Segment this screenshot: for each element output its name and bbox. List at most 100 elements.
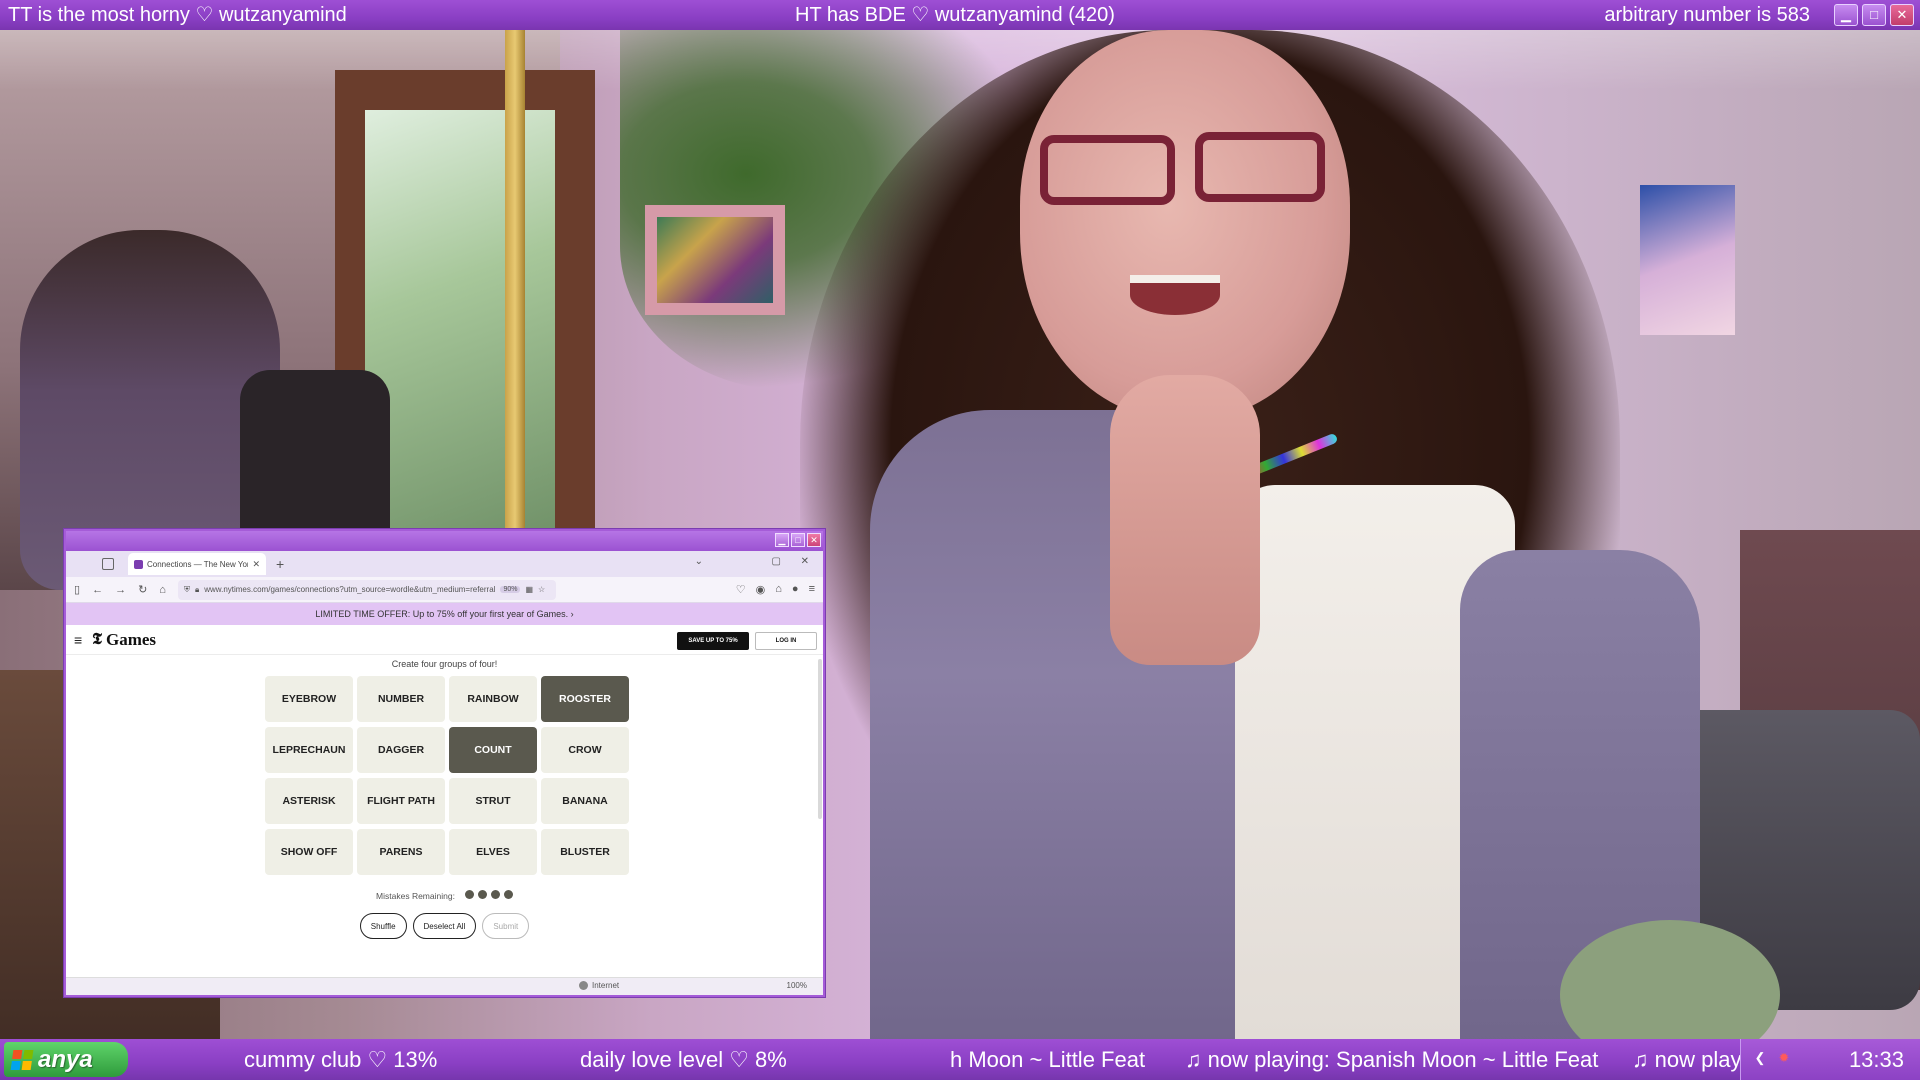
word-tile[interactable]: FLIGHT PATH — [357, 778, 445, 824]
mistakes-label: Mistakes Remaining: — [376, 890, 455, 901]
sidebar-icon[interactable]: ▯ — [74, 583, 80, 596]
stream-top-bar: TT is the most horny ♡ wutzanyamind HT h… — [0, 0, 1920, 30]
word-tile[interactable]: EYEBROW — [265, 676, 353, 722]
wall-art — [1640, 185, 1735, 335]
streamer-hand — [1110, 375, 1260, 665]
menu-icon[interactable]: ≡ — [809, 583, 815, 596]
ticker-now-playing: ♫ now playing: Spanish Moon ~ Little Fea… — [1185, 1047, 1599, 1072]
word-tile[interactable]: SHOW OFF — [265, 829, 353, 875]
deselect-all-button[interactable]: Deselect All — [412, 913, 477, 939]
streamer-mouth — [1130, 275, 1220, 315]
hamburger-menu-icon[interactable]: ≡ — [74, 632, 82, 648]
toolbar-extensions: ♡ ◉ ⌂ ● ≡ — [736, 583, 815, 596]
minimize-icon[interactable]: ▁ — [1834, 4, 1858, 26]
streamer-face — [1020, 30, 1350, 420]
word-tile[interactable]: COUNT — [449, 727, 537, 773]
subscribe-button[interactable]: SAVE UP TO 75% — [677, 632, 749, 650]
home-icon[interactable]: ⌂ — [159, 584, 166, 596]
browser-window-controls: ▁ □ ✕ — [775, 533, 821, 547]
minimize-icon[interactable]: ▁ — [775, 533, 789, 547]
start-button[interactable]: anya — [4, 1042, 128, 1077]
system-tray: ❮ ✹ 13:33 — [1740, 1039, 1920, 1080]
tab-strip: Connections — The New York Times ✕ + ⌄ ▢… — [66, 551, 823, 577]
top-center-text: HT has BDE ♡ wutzanyamind (420) — [795, 4, 1115, 26]
ticker-love-level: daily love level ♡ 8% — [580, 1047, 787, 1072]
extensions-icon[interactable]: ⌂ — [775, 583, 782, 596]
extension-badge-icon[interactable]: ● — [792, 583, 799, 596]
wall-painting — [645, 205, 785, 315]
status-internet: Internet — [579, 981, 619, 990]
mistakes-remaining: Mistakes Remaining: — [66, 890, 823, 901]
window-title-bar[interactable]: ▁ □ ✕ — [66, 531, 823, 551]
word-tile[interactable]: LEPRECHAUN — [265, 727, 353, 773]
account-icon[interactable]: ◉ — [756, 583, 766, 596]
bookmark-star-icon[interactable]: ☆ — [538, 585, 545, 594]
forward-icon[interactable]: → — [115, 584, 126, 596]
word-tile[interactable]: DAGGER — [357, 727, 445, 773]
nyt-logo[interactable]: 𝕿 — [92, 631, 102, 649]
word-tile[interactable]: NUMBER — [357, 676, 445, 722]
pocket-icon[interactable]: ♡ — [736, 583, 746, 596]
word-tile[interactable]: STRUT — [449, 778, 537, 824]
mistake-dots — [461, 890, 513, 901]
tab-actions-icon[interactable] — [102, 558, 114, 570]
nyt-header: ≡ 𝕿 Games SAVE UP TO 75% LOG IN — [66, 625, 823, 655]
word-tile[interactable]: ELVES — [449, 829, 537, 875]
new-tab-icon[interactable]: + — [276, 556, 284, 572]
word-tile[interactable]: CROW — [541, 727, 629, 773]
lock-icon[interactable]: 🔒︎ — [195, 585, 199, 595]
games-wordmark[interactable]: Games — [106, 630, 156, 650]
zoom-badge[interactable]: 90% — [500, 586, 521, 593]
promo-banner[interactable]: LIMITED TIME OFFER: Up to 75% off your f… — [66, 603, 823, 625]
mistake-dot — [477, 890, 487, 899]
internet-label: Internet — [592, 981, 620, 990]
restore-icon[interactable]: ▢ — [772, 556, 781, 567]
windows-logo-icon — [10, 1049, 34, 1070]
game-actions: Shuffle Deselect All Submit — [66, 913, 823, 939]
word-tile[interactable]: RAINBOW — [449, 676, 537, 722]
connections-game: Create four groups of four! EYEBROW NUMBE… — [66, 655, 823, 973]
nyt-favicon-icon — [134, 559, 143, 569]
chevron-down-icon[interactable]: ⌄ — [695, 556, 703, 567]
submit-button[interactable]: Submit — [482, 913, 530, 939]
word-tile[interactable]: BANANA — [541, 778, 629, 824]
start-label: anya — [38, 1046, 93, 1073]
url-text: www.nytimes.com/games/connections?utm_so… — [204, 585, 496, 594]
address-bar[interactable]: ⛨ 🔒︎ www.nytimes.com/games/connections?u… — [177, 579, 556, 600]
word-tile[interactable]: ROOSTER — [541, 676, 629, 722]
status-zoom[interactable]: 100% — [787, 981, 807, 990]
close-icon[interactable]: ✕ — [1890, 4, 1914, 26]
clock: 13:33 — [1848, 1047, 1904, 1072]
grid-icon[interactable]: ▦ — [525, 585, 533, 594]
close-icon[interactable]: ✕ — [807, 533, 821, 547]
login-button[interactable]: LOG IN — [755, 632, 817, 650]
mistake-dot — [490, 890, 500, 899]
close-icon[interactable]: ✕ — [801, 556, 809, 567]
ticker-song-fragment: h Moon ~ Little Feat — [950, 1047, 1146, 1072]
tab-connections[interactable]: Connections — The New York Times ✕ — [128, 553, 266, 575]
maximize-icon[interactable]: □ — [1862, 4, 1886, 26]
mistake-dot — [464, 890, 474, 899]
mirror-frame — [505, 30, 525, 590]
word-tile[interactable]: BLUSTER — [541, 829, 629, 875]
shuffle-button[interactable]: Shuffle — [359, 913, 407, 939]
status-bar: Internet 100% — [66, 977, 823, 995]
tab-close-icon[interactable]: ✕ — [252, 559, 260, 570]
promo-arrow-icon: › — [570, 609, 574, 619]
globe-icon — [579, 981, 588, 990]
tray-icons: ❮ ✹ — [1751, 1049, 1793, 1067]
promo-text: LIMITED TIME OFFER: Up to 75% off your f… — [315, 609, 569, 619]
door-window — [365, 110, 555, 550]
word-tile[interactable]: PARENS — [357, 829, 445, 875]
browser-toolbar: ▯ ← → ↻ ⌂ ⛨ 🔒︎ www.nytimes.com/games/con… — [66, 577, 823, 603]
notification-icon[interactable]: ✹ — [1775, 1049, 1793, 1067]
ticker-cummy-club: cummy club ♡ 13% — [244, 1047, 438, 1072]
maximize-icon[interactable]: □ — [791, 533, 805, 547]
back-icon[interactable]: ← — [92, 584, 103, 596]
refresh-icon[interactable]: ↻ — [138, 583, 147, 596]
word-tile[interactable]: ASTERISK — [265, 778, 353, 824]
scrollbar[interactable] — [818, 659, 822, 819]
shield-icon[interactable]: ⛨ — [184, 585, 190, 595]
tab-title: Connections — The New York Times — [147, 559, 248, 569]
speaker-icon[interactable]: ❮ — [1751, 1049, 1769, 1067]
